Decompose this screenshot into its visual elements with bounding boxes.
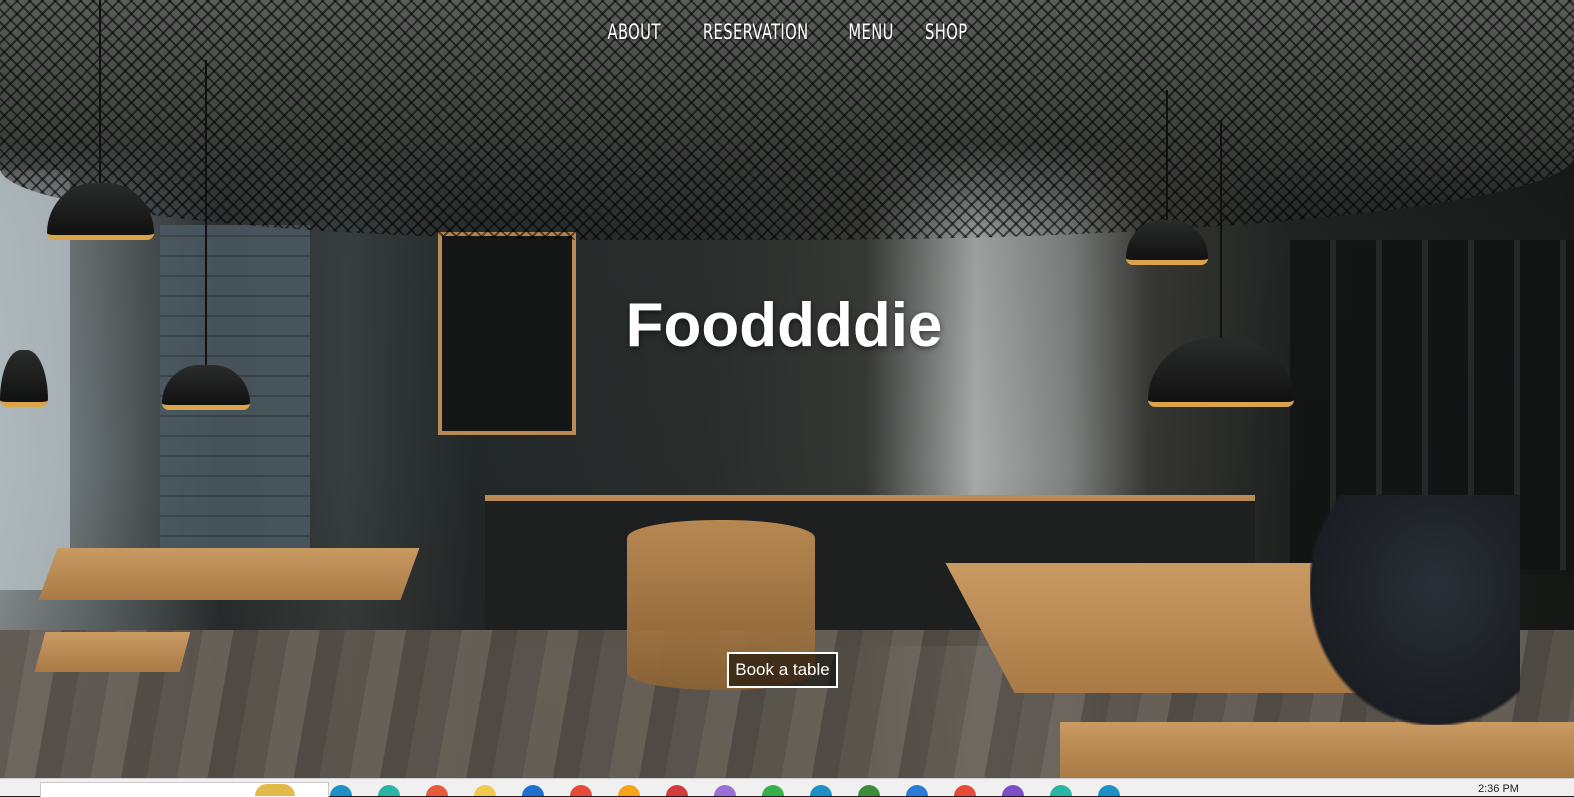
cafe-table: [1060, 722, 1574, 778]
nav-link-menu[interactable]: MENU: [848, 20, 893, 44]
app-icon[interactable]: [762, 785, 784, 796]
book-a-table-button[interactable]: Book a table: [727, 652, 838, 688]
site-title: Fooddddie: [625, 291, 943, 360]
app-icon[interactable]: [1002, 785, 1024, 796]
top-navigation: ABOUT RESERVATION MENU SHOP: [0, 20, 1574, 44]
app-icon[interactable]: [1050, 785, 1072, 796]
cafe-table: [34, 632, 191, 672]
lamp-cord: [1166, 90, 1168, 220]
app-icon[interactable]: [858, 785, 880, 796]
edge-icon[interactable]: [426, 785, 448, 796]
cafe-table: [38, 548, 420, 600]
store-icon[interactable]: [570, 785, 592, 796]
mail-icon[interactable]: [522, 785, 544, 796]
nav-link-about[interactable]: ABOUT: [608, 20, 661, 44]
app-icon[interactable]: [1098, 785, 1120, 796]
os-taskbar: 2:36 PM: [0, 778, 1574, 797]
clock-time[interactable]: 2:36 PM: [1478, 783, 1519, 795]
app-icon[interactable]: [954, 785, 976, 796]
seated-customers: [1310, 495, 1520, 725]
files-icon[interactable]: [474, 785, 496, 796]
app-icon[interactable]: [810, 785, 832, 796]
app-icon[interactable]: [618, 785, 640, 796]
nav-link-reservation[interactable]: RESERVATION: [702, 20, 808, 44]
chrome-icon[interactable]: [378, 785, 400, 796]
app-icon[interactable]: [714, 785, 736, 796]
folder-icon[interactable]: [330, 785, 352, 796]
app-icon[interactable]: [906, 785, 928, 796]
taskbar-widget-icon[interactable]: [255, 784, 295, 796]
app-icon[interactable]: [666, 785, 688, 796]
nav-link-shop[interactable]: SHOP: [925, 20, 967, 44]
taskbar-app-icons: [330, 785, 1120, 796]
